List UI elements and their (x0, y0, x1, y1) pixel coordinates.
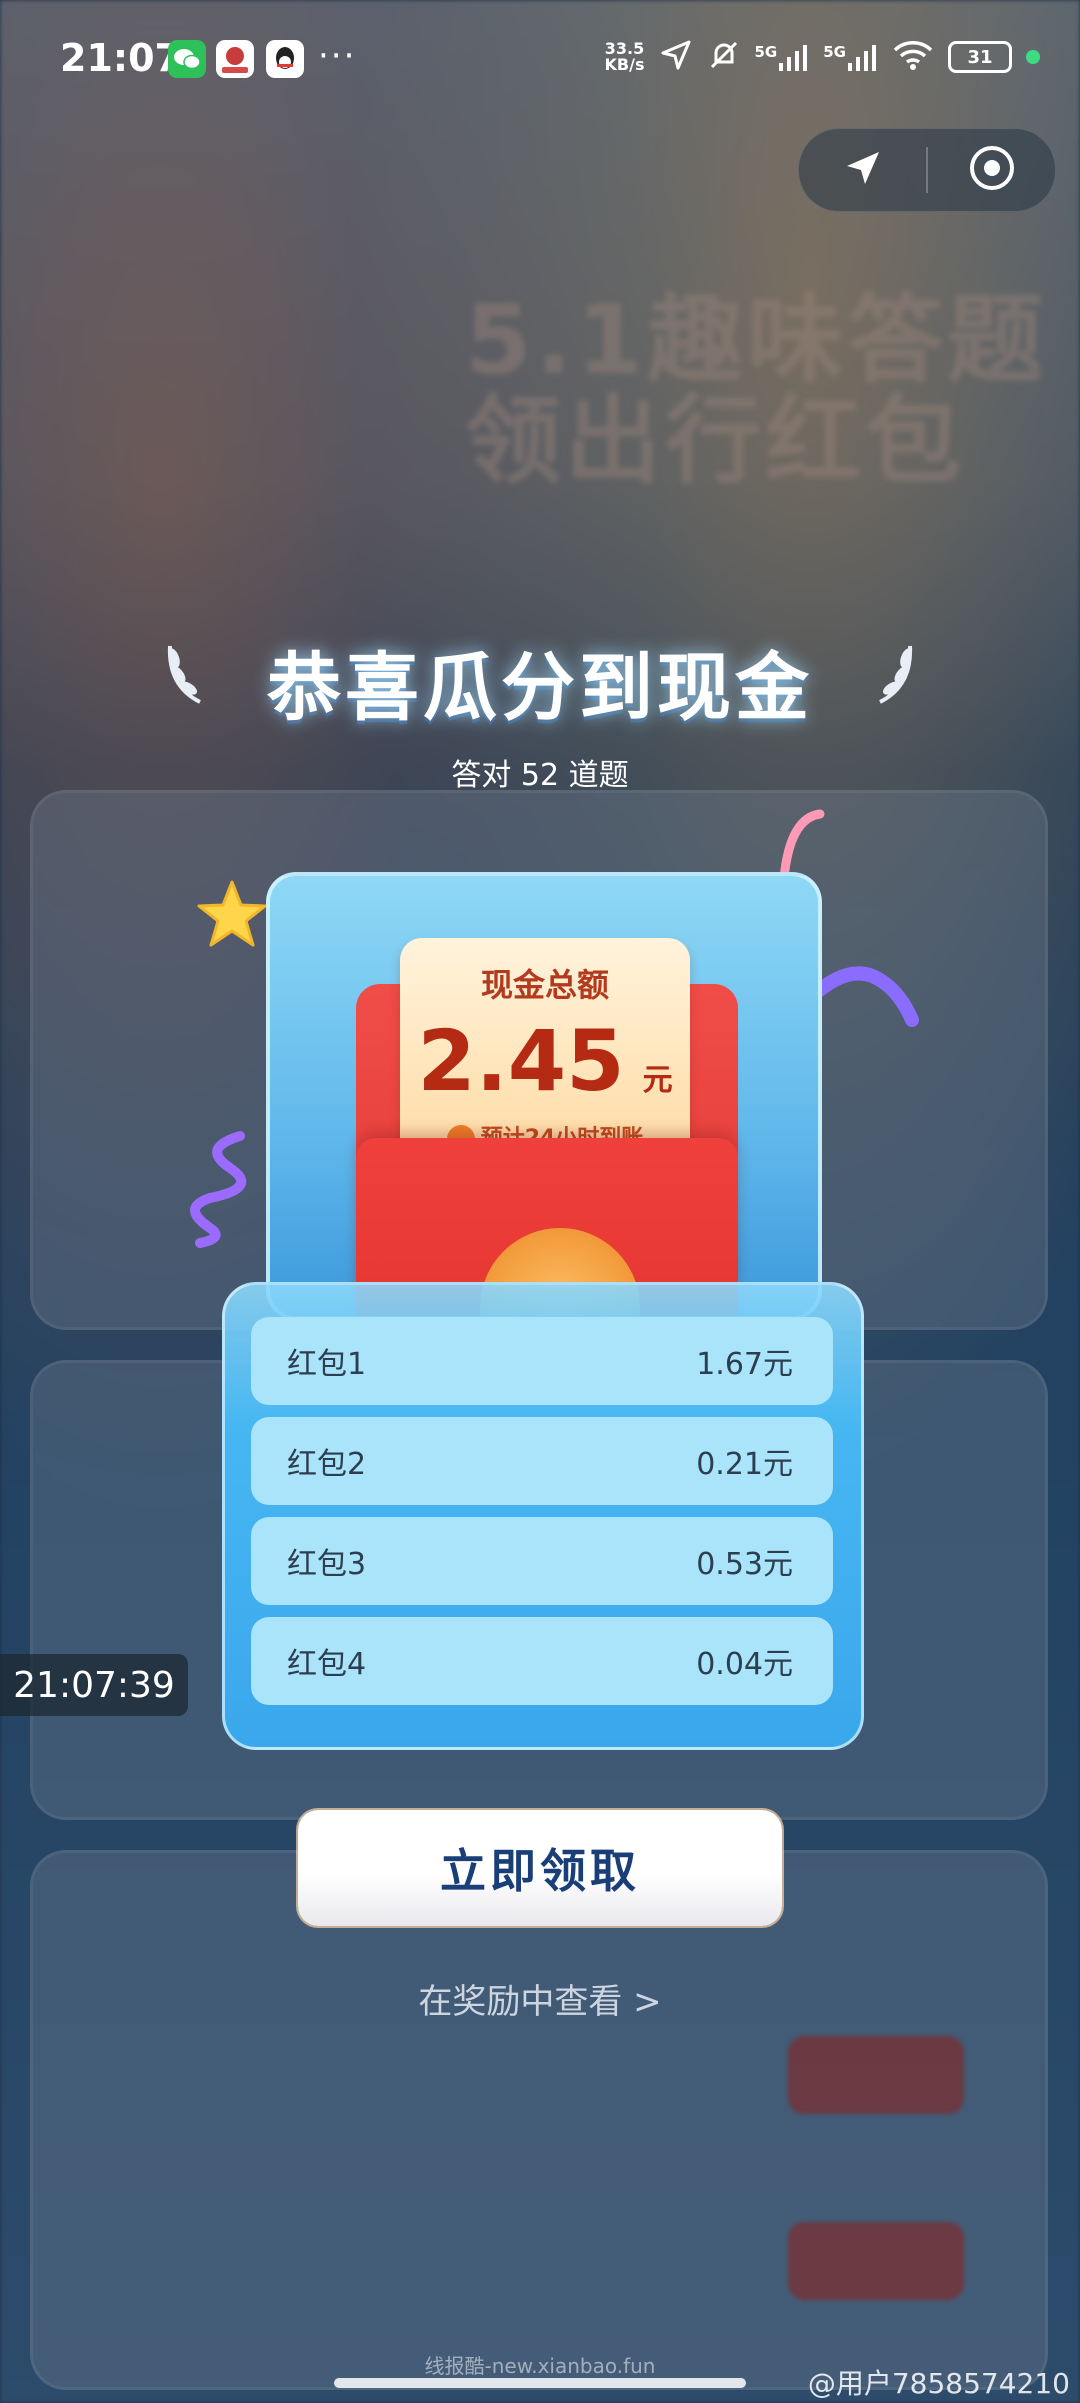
battery-icon: 31 (948, 41, 1012, 73)
signal-2-label: 5G (823, 43, 846, 61)
result-subtitle: 答对 52 道题 (451, 758, 629, 793)
packet-value: 0.53元 (696, 1547, 793, 1582)
watermark-right: @用户7858574210 (807, 2367, 1070, 2400)
location-arrow-icon (841, 146, 885, 194)
target-icon (967, 143, 1017, 197)
cash-total-unit: 元 (642, 1063, 673, 1098)
result-title: 恭喜瓜分到现金 (267, 645, 813, 731)
packet-label: 红包3 (287, 1547, 367, 1582)
list-item: 红包2 0.21元 (251, 1417, 833, 1505)
view-in-rewards-link[interactable]: 在奖励中查看 > (0, 1974, 1080, 2023)
app-icon (216, 40, 254, 78)
location-arrow-icon (659, 38, 693, 76)
location-button[interactable] (799, 129, 926, 211)
status-right: 33.5 KB/s 5G 5G 31 (605, 38, 1040, 76)
wechat-icon (168, 40, 206, 78)
list-item: 红包4 0.04元 (251, 1617, 833, 1705)
signal-1-label: 5G (754, 43, 778, 61)
signal-icon: 5G (755, 43, 810, 71)
red-packet-card: 现金总额 2.45元 预计24小时到账 (266, 872, 822, 1320)
packet-label: 红包2 (287, 1447, 367, 1482)
net-speed: 33.5 KB/s (605, 41, 645, 73)
list-item: 红包1 1.67元 (251, 1317, 833, 1405)
star-icon (196, 878, 268, 954)
packet-value: 0.21元 (696, 1447, 793, 1482)
list-item: 红包3 0.53元 (251, 1517, 833, 1605)
close-miniprogram-button[interactable] (928, 129, 1055, 211)
packet-label: 红包4 (287, 1647, 367, 1682)
packet-label: 红包1 (287, 1347, 367, 1382)
packet-value: 0.04元 (696, 1647, 793, 1682)
status-time: 21:07 (60, 36, 181, 80)
ribbon-icon (180, 1128, 260, 1252)
net-speed-unit: KB/s (604, 55, 645, 74)
more-notifications: ··· (318, 36, 357, 76)
timestamp-overlay: 21:07:39 (0, 1654, 188, 1716)
privacy-indicator (1026, 50, 1040, 64)
packet-value: 1.67元 (696, 1347, 793, 1382)
qq-icon (266, 40, 304, 78)
mute-bell-icon (707, 38, 741, 76)
cash-total-amount: 2.45 (417, 1012, 625, 1110)
claim-now-button[interactable]: 立即领取 (298, 1810, 782, 1926)
home-indicator[interactable] (334, 2378, 746, 2388)
wifi-icon (892, 39, 934, 75)
status-bar: 21:07 ··· 33.5 KB/s 5G 5G 31 (0, 0, 1080, 120)
red-packet-breakdown: 红包1 1.67元 红包2 0.21元 红包3 0.53元 红包4 0.04元 (222, 1282, 864, 1750)
nav-capsule (798, 128, 1056, 212)
signal-icon: 5G (823, 43, 878, 71)
cash-total-label: 现金总额 (480, 966, 609, 1004)
